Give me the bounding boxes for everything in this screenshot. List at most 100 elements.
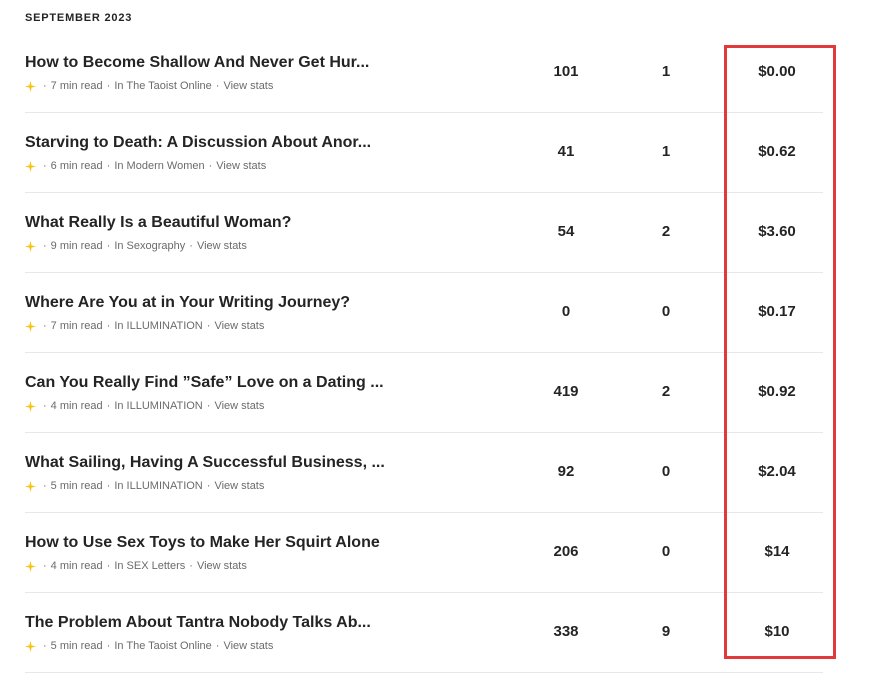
publication-link[interactable]: In SEX Letters <box>114 560 185 572</box>
story-meta: · 7 min read · In The Taoist Online · Vi… <box>25 80 273 92</box>
earnings-amount: $10 <box>764 623 790 640</box>
read-time: 6 min read <box>50 160 103 172</box>
earnings-amount: $2.04 <box>758 463 796 480</box>
meta-separator: · <box>43 400 47 412</box>
meta-separator: · <box>106 400 111 412</box>
read-time: 4 min read <box>50 560 103 572</box>
meta-separator: · <box>106 320 111 332</box>
meta-separator: · <box>189 240 193 252</box>
reads-count: 0 <box>661 463 671 480</box>
meta-separator: · <box>43 80 47 92</box>
views-count: 338 <box>553 623 579 640</box>
meta-separator: · <box>206 480 211 492</box>
publication-link[interactable]: In Modern Women <box>114 160 204 172</box>
view-stats-link[interactable]: View stats <box>197 560 247 572</box>
meta-separator: · <box>206 400 211 412</box>
earnings-amount: $0.92 <box>758 383 796 400</box>
views-count: 41 <box>557 143 575 160</box>
read-time: 5 min read <box>50 480 103 492</box>
meta-separator: · <box>189 560 193 572</box>
meta-separator: · <box>106 240 111 252</box>
story-title[interactable]: Can You Really Find ”Safe” Love on a Dat… <box>25 374 395 392</box>
view-stats-link[interactable]: View stats <box>214 480 264 492</box>
views-count: 0 <box>561 303 571 320</box>
earnings-amount: $0.62 <box>758 143 796 160</box>
view-stats-link[interactable]: View stats <box>223 80 273 92</box>
meta-separator: · <box>106 560 111 572</box>
meta-separator: · <box>215 640 220 652</box>
reads-count: 1 <box>661 143 671 160</box>
member-star-icon <box>25 80 36 92</box>
meta-separator: · <box>43 160 47 172</box>
read-time: 5 min read <box>50 640 103 652</box>
meta-separator: · <box>43 240 47 252</box>
earnings-amount: $3.60 <box>758 223 796 240</box>
view-stats-link[interactable]: View stats <box>197 240 247 252</box>
meta-separator: · <box>215 80 220 92</box>
reads-count: 0 <box>661 543 671 560</box>
story-row[interactable]: Where Are You at in Your Writing Journey… <box>0 273 891 353</box>
views-count: 54 <box>557 223 575 240</box>
story-row[interactable]: What Sailing, Having A Successful Busine… <box>0 433 891 513</box>
publication-link[interactable]: In The Taoist Online <box>114 80 211 92</box>
meta-separator: · <box>206 320 211 332</box>
earnings-amount: $14 <box>764 543 790 560</box>
reads-count: 9 <box>661 623 671 640</box>
story-row[interactable]: The Problem About Tantra Nobody Talks Ab… <box>0 593 891 673</box>
publication-link[interactable]: In Sexography <box>114 240 185 252</box>
meta-separator: · <box>106 80 111 92</box>
story-meta: · 9 min read · In Sexography · View stat… <box>25 240 247 252</box>
views-count: 92 <box>557 463 575 480</box>
views-count: 206 <box>553 543 579 560</box>
read-time: 9 min read <box>50 240 103 252</box>
read-time: 4 min read <box>50 400 103 412</box>
earnings-amount: $0.00 <box>758 63 796 80</box>
row-divider <box>25 672 823 673</box>
reads-count: 2 <box>661 223 671 240</box>
story-meta: · 7 min read · In ILLUMINATION · View st… <box>25 320 264 332</box>
view-stats-link[interactable]: View stats <box>216 160 266 172</box>
publication-link[interactable]: In ILLUMINATION <box>114 480 202 492</box>
story-title[interactable]: The Problem About Tantra Nobody Talks Ab… <box>25 614 395 632</box>
story-row[interactable]: What Really Is a Beautiful Woman? · 9 mi… <box>0 193 891 273</box>
story-title[interactable]: What Really Is a Beautiful Woman? <box>25 214 395 232</box>
meta-separator: · <box>43 560 47 572</box>
publication-link[interactable]: In ILLUMINATION <box>114 400 202 412</box>
story-meta: · 4 min read · In SEX Letters · View sta… <box>25 560 247 572</box>
meta-separator: · <box>43 320 47 332</box>
story-row[interactable]: Can You Really Find ”Safe” Love on a Dat… <box>0 353 891 433</box>
story-title[interactable]: How to Become Shallow And Never Get Hur.… <box>25 54 395 72</box>
story-row[interactable]: How to Become Shallow And Never Get Hur.… <box>0 33 891 113</box>
meta-separator: · <box>106 640 111 652</box>
meta-separator: · <box>43 480 47 492</box>
earnings-amount: $0.17 <box>758 303 796 320</box>
story-meta: · 5 min read · In ILLUMINATION · View st… <box>25 480 264 492</box>
story-title[interactable]: Starving to Death: A Discussion About An… <box>25 134 395 152</box>
stories-list: How to Become Shallow And Never Get Hur.… <box>0 33 891 673</box>
member-star-icon <box>25 560 36 572</box>
story-title[interactable]: Where Are You at in Your Writing Journey… <box>25 294 395 312</box>
member-star-icon <box>25 640 36 652</box>
view-stats-link[interactable]: View stats <box>223 640 273 652</box>
view-stats-link[interactable]: View stats <box>214 400 264 412</box>
view-stats-link[interactable]: View stats <box>214 320 264 332</box>
story-meta: · 5 min read · In The Taoist Online · Vi… <box>25 640 273 652</box>
meta-separator: · <box>208 160 213 172</box>
story-title[interactable]: What Sailing, Having A Successful Busine… <box>25 454 395 472</box>
read-time: 7 min read <box>50 80 103 92</box>
publication-link[interactable]: In ILLUMINATION <box>114 320 202 332</box>
story-meta: · 6 min read · In Modern Women · View st… <box>25 160 266 172</box>
story-meta: · 4 min read · In ILLUMINATION · View st… <box>25 400 264 412</box>
meta-separator: · <box>106 160 111 172</box>
section-heading: SEPTEMBER 2023 <box>25 12 133 24</box>
story-row[interactable]: How to Use Sex Toys to Make Her Squirt A… <box>0 513 891 593</box>
story-row[interactable]: Starving to Death: A Discussion About An… <box>0 113 891 193</box>
meta-separator: · <box>43 640 47 652</box>
member-star-icon <box>25 240 36 252</box>
meta-separator: · <box>106 480 111 492</box>
story-title[interactable]: How to Use Sex Toys to Make Her Squirt A… <box>25 534 395 552</box>
reads-count: 1 <box>661 63 671 80</box>
publication-link[interactable]: In The Taoist Online <box>114 640 211 652</box>
reads-count: 0 <box>661 303 671 320</box>
member-star-icon <box>25 480 36 492</box>
